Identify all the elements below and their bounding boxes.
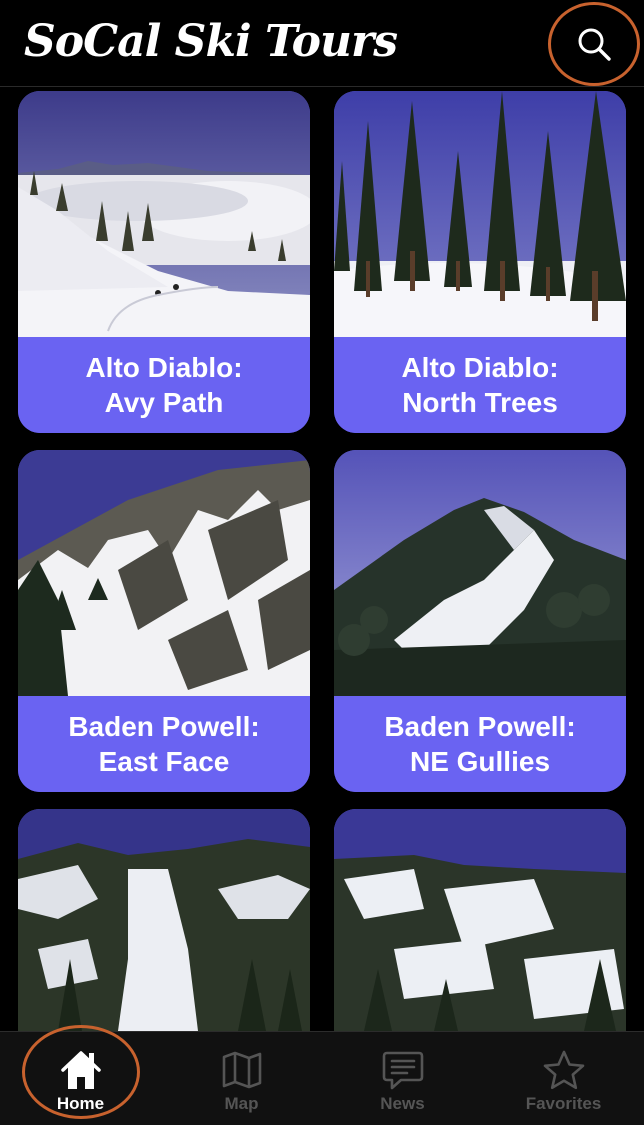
tab-bar: Home Map News Favorites (0, 1031, 644, 1125)
tab-favorites[interactable]: Favorites (483, 1032, 644, 1125)
tour-card-baden-powell-ne-gullies[interactable]: Baden Powell: NE Gullies (334, 450, 626, 792)
tab-home[interactable]: Home (0, 1032, 161, 1125)
tour-card-alto-diablo-north-trees[interactable]: Alto Diablo: North Trees (334, 91, 626, 433)
search-button[interactable] (548, 2, 640, 86)
tab-map[interactable]: Map (161, 1032, 322, 1125)
tour-photo (18, 450, 310, 696)
news-icon (382, 1051, 423, 1090)
search-icon (578, 28, 611, 61)
tab-news[interactable]: News (322, 1032, 483, 1125)
tour-card-baden-powell-east-face[interactable]: Baden Powell: East Face (18, 450, 310, 792)
tour-photo (334, 91, 626, 337)
tour-name: Alto Diablo: (85, 352, 243, 383)
tour-name: Baden Powell: (68, 711, 260, 742)
tour-photo (18, 91, 310, 337)
tour-name: Baden Powell: (384, 711, 576, 742)
star-icon (543, 1050, 584, 1090)
tour-name: Alto Diablo: (401, 352, 559, 383)
home-icon (60, 1051, 101, 1089)
tab-label: Favorites (525, 1094, 602, 1113)
tab-label: Map (224, 1094, 259, 1113)
tab-label: Home (56, 1094, 105, 1113)
tour-grid: Alto Diablo: Avy Path Alto Diablo: North… (0, 87, 644, 1031)
tour-route: East Face (98, 746, 230, 777)
tour-photo (334, 450, 626, 696)
tour-card-6[interactable] (334, 809, 626, 1031)
map-icon (222, 1051, 261, 1089)
tour-photo (334, 809, 626, 1031)
tour-card-label: Baden Powell: East Face (18, 696, 310, 792)
tour-route: NE Gullies (409, 746, 551, 777)
tab-label: News (380, 1094, 425, 1113)
tour-card-5[interactable] (18, 809, 310, 1031)
tour-route: North Trees (402, 387, 558, 418)
tour-route: Avy Path (104, 387, 224, 418)
tour-card-alto-diablo-avy-path[interactable]: Alto Diablo: Avy Path (18, 91, 310, 433)
tour-photo (18, 809, 310, 1031)
app-header: SoCal Ski Tours (0, 0, 644, 87)
app-title: SoCal Ski Tours (24, 16, 398, 67)
tour-card-label: Alto Diablo: Avy Path (18, 337, 310, 433)
tour-card-label: Alto Diablo: North Trees (334, 337, 626, 433)
tour-card-label: Baden Powell: NE Gullies (334, 696, 626, 792)
